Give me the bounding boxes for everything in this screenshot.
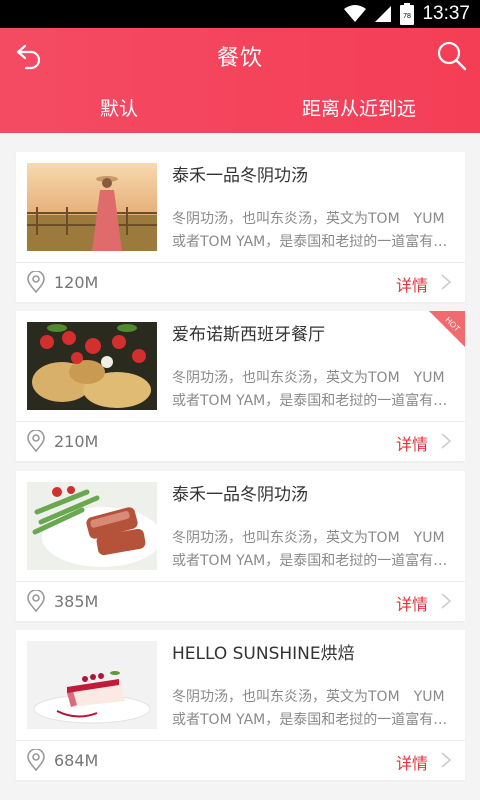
page-title: 餐饮 (216, 46, 263, 71)
description-line: 冬阴功汤，也叫东炎汤，英文为TOM YUM (172, 211, 445, 227)
restaurant-list: 泰禾一品冬阴功汤 冬阴功汤，也叫东炎汤，英文为TOM YUM 或者TOM YAM… (0, 133, 480, 800)
wifi-icon (344, 5, 367, 22)
restaurant-name: 泰禾一品冬阴功汤 (172, 485, 308, 505)
description-line: 或者TOM YAM，是泰国和老挝的一道富有… (172, 553, 448, 569)
distance: 120M (54, 273, 99, 292)
restaurant-description: 冬阴功汤，也叫东炎汤，英文为TOM YUM 或者TOM YAM，是泰国和老挝的一… (172, 208, 450, 254)
thumbnail-image (27, 641, 157, 729)
battery-icon: 78 (400, 3, 415, 25)
item-footer: 120M 详情 (16, 263, 465, 302)
restaurant-description: 冬阴功汤，也叫东炎汤，英文为TOM YUM 或者TOM YAM，是泰国和老挝的一… (172, 686, 450, 732)
list-item[interactable]: HELLO SUNSHINE烘焙 冬阴功汤，也叫东炎汤，英文为TOM YUM 或… (16, 630, 465, 780)
restaurant-name: 爱布诺斯西班牙餐厅 (172, 325, 325, 345)
chevron-right-icon[interactable] (439, 592, 453, 610)
location-pin-icon (27, 430, 45, 452)
description-line: 或者TOM YAM，是泰国和老挝的一道富有… (172, 234, 448, 250)
details-link[interactable]: 详情 (396, 591, 428, 615)
description-line: 或者TOM YAM，是泰国和老挝的一道富有… (172, 393, 448, 409)
description-line: 冬阴功汤，也叫东炎汤，英文为TOM YUM (172, 689, 445, 705)
item-footer: 684M 详情 (16, 741, 465, 780)
clock: 13:37 (422, 3, 470, 24)
restaurant-description: 冬阴功汤，也叫东炎汤，英文为TOM YUM 或者TOM YAM，是泰国和老挝的一… (172, 527, 450, 573)
restaurant-description: 冬阴功汤，也叫东炎汤，英文为TOM YUM 或者TOM YAM，是泰国和老挝的一… (172, 367, 450, 413)
signal-icon (375, 6, 392, 22)
description-line: 或者TOM YAM，是泰国和老挝的一道富有… (172, 712, 448, 728)
item-footer: 210M 详情 (16, 422, 465, 461)
restaurant-name: HELLO SUNSHINE烘焙 (172, 644, 355, 664)
description-line: 冬阴功汤，也叫东炎汤，英文为TOM YUM (172, 370, 445, 386)
tab-distance-near-to-far[interactable]: 距离从近到远 (302, 94, 416, 121)
description-line: 冬阴功汤，也叫东炎汤，英文为TOM YUM (172, 530, 445, 546)
status-bar: 78 13:37 (0, 0, 480, 28)
distance: 385M (54, 592, 99, 611)
list-item[interactable]: HOT 爱布诺斯西班牙餐厅 冬阴功汤，也叫东炎汤，英文为TOM YUM 或者TO… (16, 311, 465, 461)
location-pin-icon (27, 271, 45, 293)
thumbnail-image (27, 482, 157, 570)
list-item[interactable]: 泰禾一品冬阴功汤 冬阴功汤，也叫东炎汤，英文为TOM YUM 或者TOM YAM… (16, 152, 465, 302)
app-header: 餐饮 默认 距离从近到远 (0, 28, 480, 133)
tab-default[interactable]: 默认 (100, 94, 138, 121)
thumbnail-image (27, 322, 157, 410)
details-link[interactable]: 详情 (396, 272, 428, 296)
location-pin-icon (27, 749, 45, 771)
details-link[interactable]: 详情 (396, 750, 428, 774)
details-link[interactable]: 详情 (396, 431, 428, 455)
chevron-right-icon[interactable] (439, 432, 453, 450)
restaurant-name: 泰禾一品冬阴功汤 (172, 166, 308, 186)
battery-level: 78 (404, 13, 412, 20)
distance: 684M (54, 751, 99, 770)
chevron-right-icon[interactable] (439, 751, 453, 769)
hot-badge: HOT (429, 311, 465, 347)
list-item[interactable]: 泰禾一品冬阴功汤 冬阴功汤，也叫东炎汤，英文为TOM YUM 或者TOM YAM… (16, 471, 465, 621)
thumbnail-image (27, 163, 157, 251)
search-icon[interactable] (436, 40, 468, 72)
location-pin-icon (27, 590, 45, 612)
distance: 210M (54, 432, 99, 451)
item-footer: 385M 详情 (16, 582, 465, 621)
chevron-right-icon[interactable] (439, 273, 453, 291)
